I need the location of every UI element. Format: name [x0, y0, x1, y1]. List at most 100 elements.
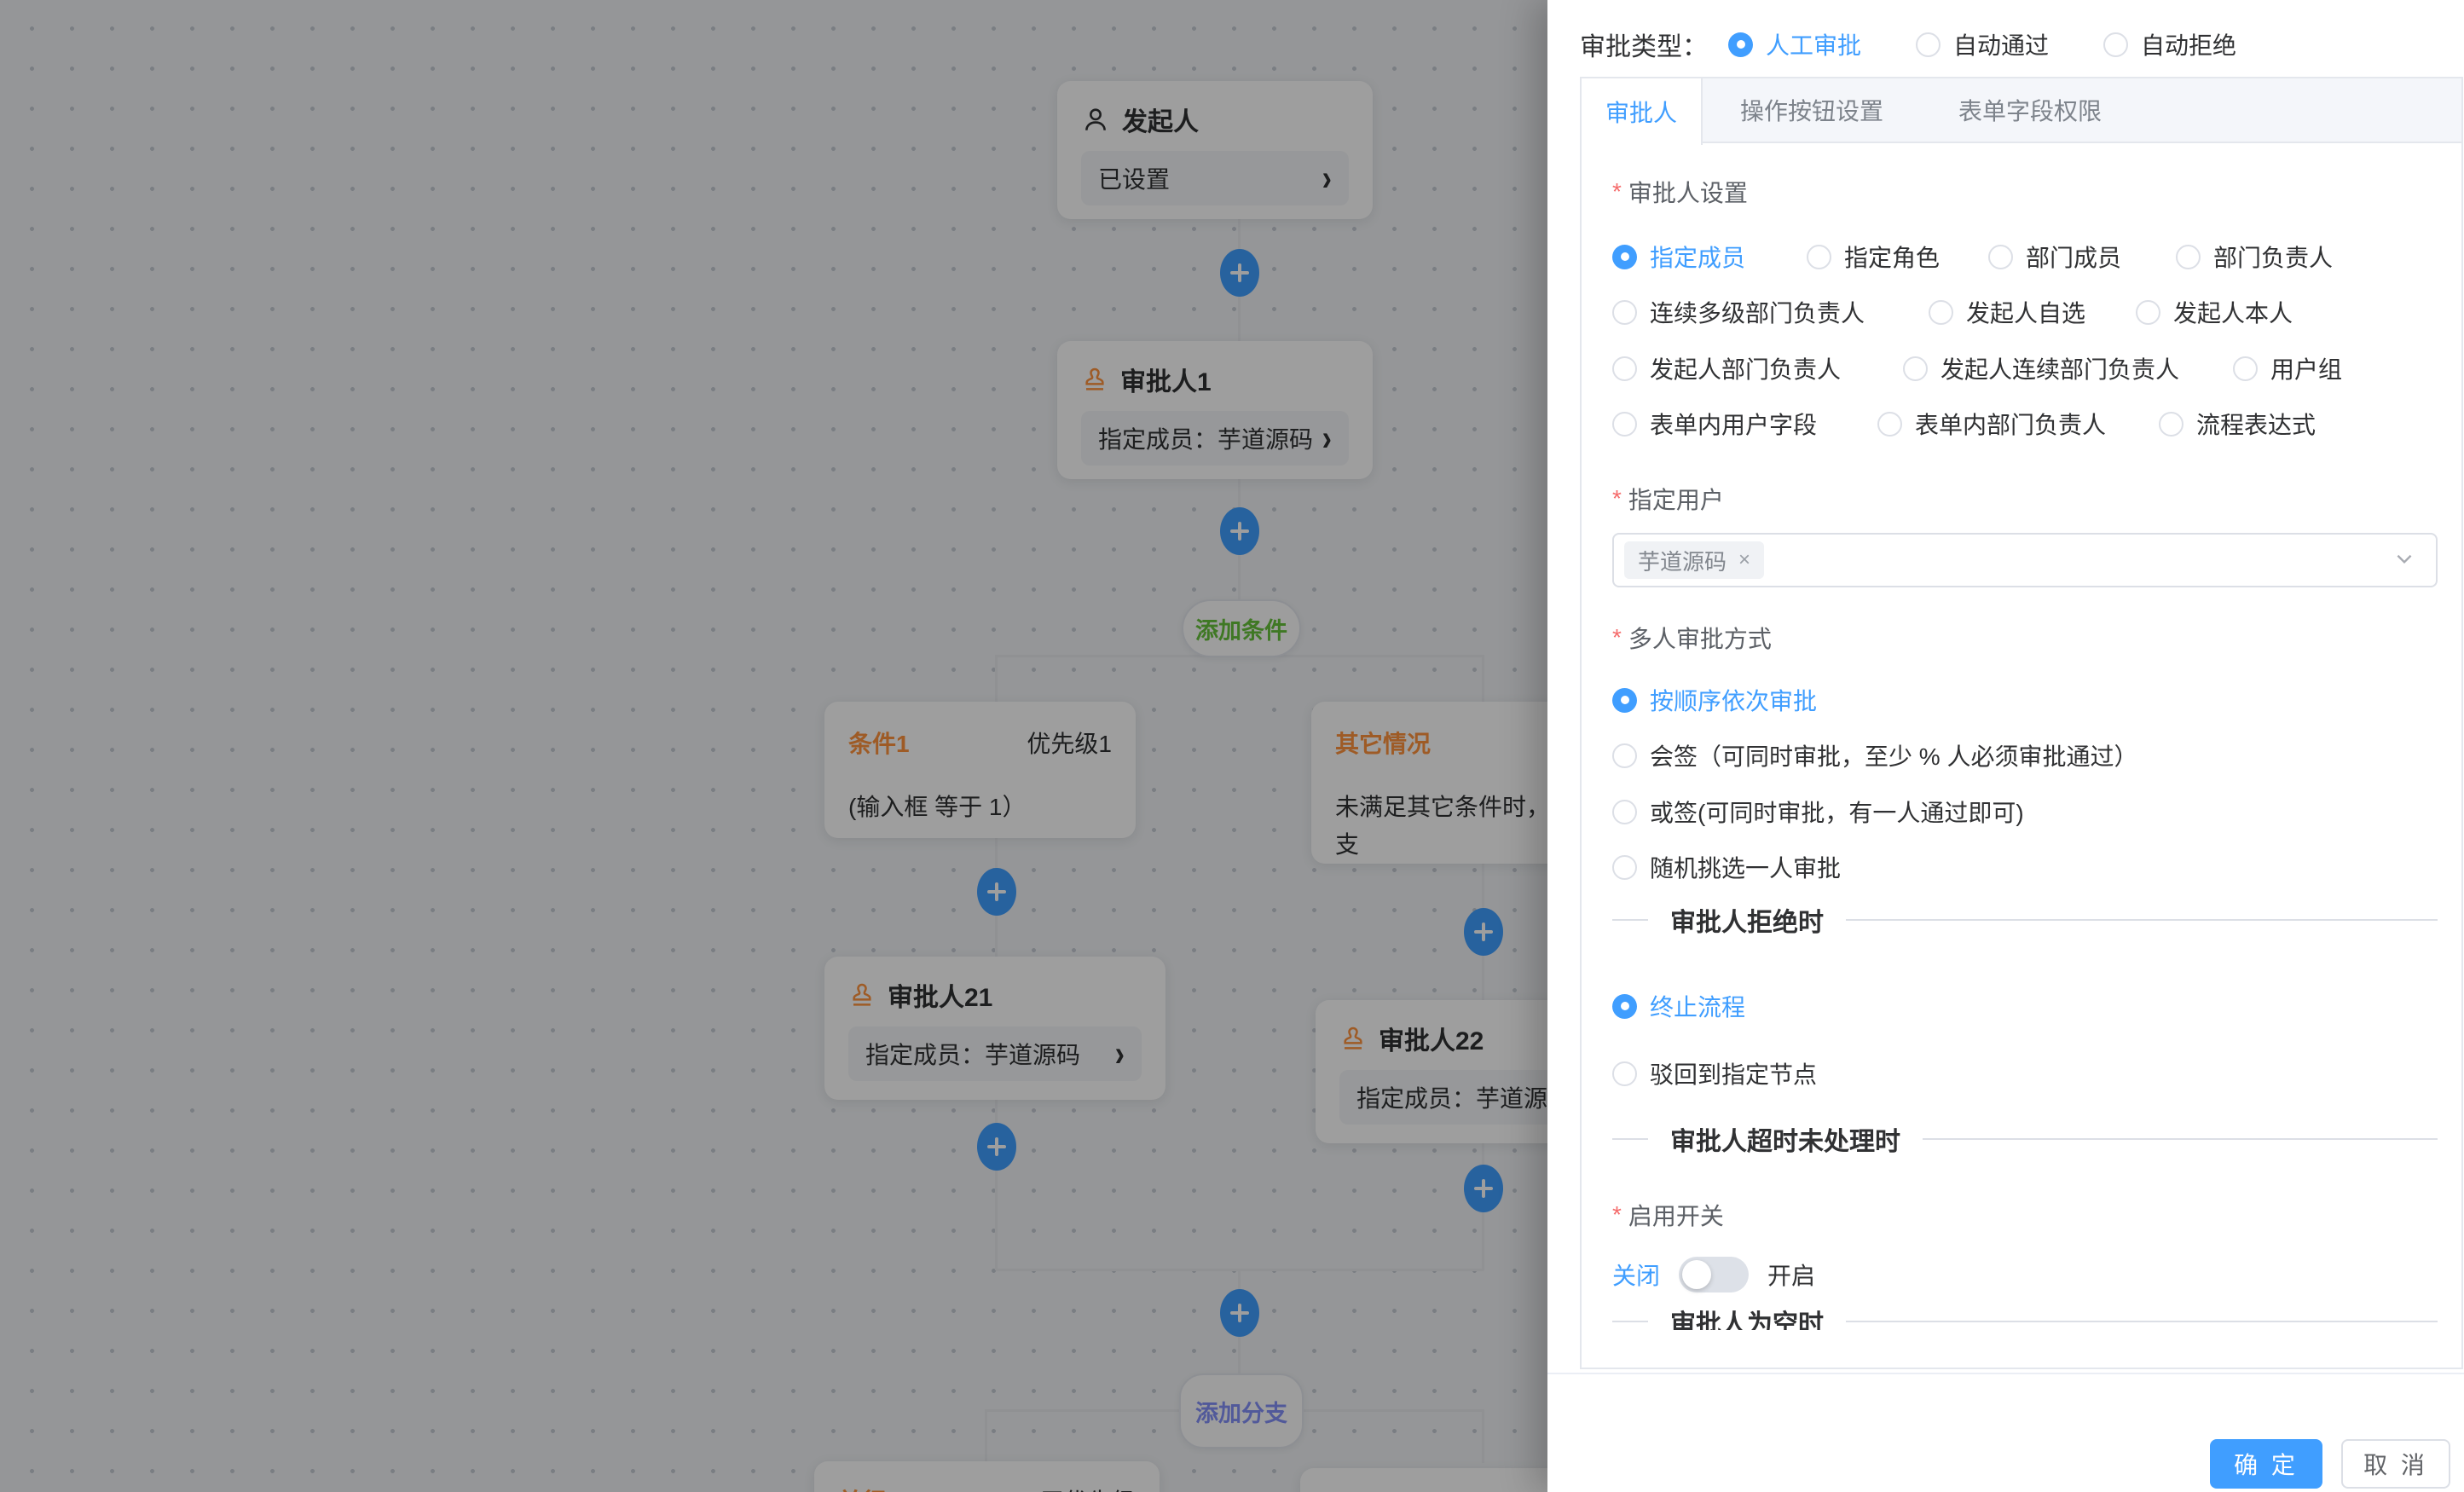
radio-label: 发起人本人: [2173, 295, 2293, 329]
radio-sequential[interactable]: 按顺序依次审批: [1612, 683, 1817, 717]
radio-label: 流程表达式: [2196, 407, 2316, 441]
divider-reject: 审批人拒绝时: [1612, 903, 2438, 937]
tab-form-field-permissions[interactable]: 表单字段权限: [1921, 78, 2139, 142]
radio-assigned-member[interactable]: 指定成员: [1612, 240, 1745, 274]
radio-form-user-field[interactable]: 表单内用户字段: [1612, 407, 1817, 441]
radio-circle-icon: [1612, 688, 1637, 713]
radio-label: 表单内用户字段: [1650, 407, 1817, 441]
approver-setting-row1: 指定成员 指定角色 部门成员 部门负责人: [1582, 240, 2461, 274]
approver-setting-label: 审批人设置: [1612, 176, 1748, 207]
radio-label: 人工审批: [1766, 27, 1861, 61]
confirm-button[interactable]: 确 定: [2210, 1439, 2322, 1489]
radio-circle-icon: [1807, 245, 1831, 269]
switch-knob: [1682, 1260, 1711, 1289]
approval-config-drawer: 审批类型： 人工审批 自动通过 自动拒绝 审批人 操作按钮设置: [1547, 0, 2464, 1492]
divider-timeout: 审批人超时未处理时: [1612, 1122, 2438, 1156]
radio-circle-icon: [1612, 743, 1637, 768]
radio-label: 发起人自选: [1966, 295, 2085, 329]
divider-line: [1846, 919, 2438, 921]
radio-label: 发起人部门负责人: [1650, 351, 1841, 385]
divider-title: 审批人超时未处理时: [1670, 1120, 1900, 1158]
radio-label: 发起人连续部门负责人: [1941, 351, 2179, 385]
switch-on-label: 开启: [1767, 1258, 1815, 1292]
radio-label: 自动通过: [1953, 27, 2049, 61]
chevron-down-icon: [2393, 547, 2415, 574]
radio-circle-icon: [1612, 994, 1637, 1019]
radio-label: 部门成员: [2026, 240, 2121, 274]
tab-label: 操作按钮设置: [1740, 93, 1883, 127]
divider-title: 审批人拒绝时: [1670, 901, 1824, 939]
radio-process-expression[interactable]: 流程表达式: [2159, 407, 2316, 441]
radio-label: 指定成员: [1650, 240, 1745, 274]
radio-circle-icon: [1903, 356, 1928, 381]
enable-switch-label: 启用开关: [1612, 1200, 1724, 1230]
radio-initiator-select[interactable]: 发起人自选: [1929, 295, 2085, 329]
approver-setting-row2: 连续多级部门负责人 发起人自选 发起人本人: [1582, 295, 2461, 329]
assign-user-select[interactable]: 芋道源码 ×: [1612, 533, 2438, 587]
radio-random-one[interactable]: 随机挑选一人审批: [1612, 850, 1841, 884]
approval-type-label: 审批类型：: [1580, 26, 1708, 63]
radio-label: 或签(可同时审批，有一人通过即可): [1650, 795, 2024, 829]
radio-circle-icon: [1612, 800, 1637, 824]
divider-dash: [1612, 919, 1648, 921]
radio-circle-icon: [1612, 245, 1637, 269]
divider-dash: [1612, 1138, 1648, 1140]
divider-line: [1846, 1321, 2438, 1322]
radio-label: 按顺序依次审批: [1650, 683, 1817, 717]
footer-divider: [1547, 1373, 2464, 1374]
tab-button-settings[interactable]: 操作按钮设置: [1703, 78, 1921, 142]
tag-close-icon[interactable]: ×: [1738, 548, 1750, 572]
radio-manual-approve[interactable]: 人工审批: [1728, 27, 1861, 61]
radio-circle-icon: [2103, 32, 2128, 57]
config-tabs: 审批人 操作按钮设置 表单字段权限 审批人设置 指定成员: [1580, 77, 2463, 1369]
user-tag: 芋道源码 ×: [1624, 541, 1764, 579]
radio-auto-reject[interactable]: 自动拒绝: [2103, 27, 2236, 61]
radio-auto-pass[interactable]: 自动通过: [1916, 27, 2049, 61]
radio-label: 驳回到指定节点: [1650, 1056, 1817, 1090]
user-tag-label: 芋道源码: [1638, 545, 1727, 576]
timeout-enable-switch[interactable]: [1679, 1257, 1749, 1292]
radio-circle-icon: [2233, 356, 2258, 381]
approver-tab-pane: 审批人设置 指定成员 指定角色 部门成员: [1582, 143, 2461, 1330]
divider-title: 审批人为空时: [1670, 1303, 1824, 1330]
radio-terminate-process[interactable]: 终止流程: [1612, 989, 1745, 1023]
approver-setting-row3: 发起人部门负责人 发起人连续部门负责人 用户组: [1582, 351, 2461, 385]
radio-circle-icon: [1988, 245, 2013, 269]
tab-approver[interactable]: 审批人: [1582, 78, 1703, 145]
approval-type-row: 审批类型： 人工审批 自动通过 自动拒绝: [1580, 19, 2236, 70]
radio-label: 随机挑选一人审批: [1650, 850, 1841, 884]
radio-initiator-multi-dept-leader[interactable]: 发起人连续部门负责人: [1903, 351, 2179, 385]
radio-circle-icon: [1612, 412, 1637, 437]
tabs-header: 审批人 操作按钮设置 表单字段权限: [1582, 78, 2461, 143]
divider-line: [1923, 1138, 2438, 1140]
radio-multi-level-dept-leader[interactable]: 连续多级部门负责人: [1612, 295, 1865, 329]
switch-off-label: 关闭: [1612, 1258, 1660, 1292]
radio-circle-icon: [1916, 32, 1941, 57]
radio-dept-member[interactable]: 部门成员: [1988, 240, 2121, 274]
radio-dept-leader[interactable]: 部门负责人: [2176, 240, 2333, 274]
approver-setting-row4: 表单内用户字段 表单内部门负责人 流程表达式: [1582, 407, 2461, 441]
divider-dash: [1612, 1321, 1648, 1322]
radio-circle-icon: [2176, 245, 2201, 269]
workflow-designer: 发起人 已设置 › 审批人1 指定成员：芋道源码 ›: [0, 0, 2464, 1492]
radio-orsign[interactable]: 或签(可同时审批，有一人通过即可): [1612, 795, 2024, 829]
radio-label: 连续多级部门负责人: [1650, 295, 1865, 329]
cancel-button[interactable]: 取 消: [2341, 1439, 2450, 1489]
radio-user-group[interactable]: 用户组: [2233, 351, 2342, 385]
radio-label: 用户组: [2270, 351, 2342, 385]
assign-user-label: 指定用户: [1612, 483, 1724, 514]
radio-circle-icon: [1612, 1061, 1637, 1086]
radio-initiator-self[interactable]: 发起人本人: [2136, 295, 2293, 329]
radio-return-to-node[interactable]: 驳回到指定节点: [1612, 1056, 1817, 1090]
radio-circle-icon: [2159, 412, 2183, 437]
radio-assigned-role[interactable]: 指定角色: [1807, 240, 1940, 274]
radio-form-dept-leader[interactable]: 表单内部门负责人: [1877, 407, 2106, 441]
enable-switch-row: 关闭 开启: [1612, 1254, 1815, 1295]
radio-label: 终止流程: [1650, 989, 1745, 1023]
radio-label: 表单内部门负责人: [1915, 407, 2106, 441]
radio-initiator-dept-leader[interactable]: 发起人部门负责人: [1612, 351, 1841, 385]
radio-countersign[interactable]: 会签（可同时审批，至少 % 人必须审批通过）: [1612, 738, 2137, 772]
radio-circle-icon: [1728, 32, 1753, 57]
multi-mode-label: 多人审批方式: [1612, 622, 1772, 653]
tab-label: 审批人: [1605, 95, 1677, 129]
